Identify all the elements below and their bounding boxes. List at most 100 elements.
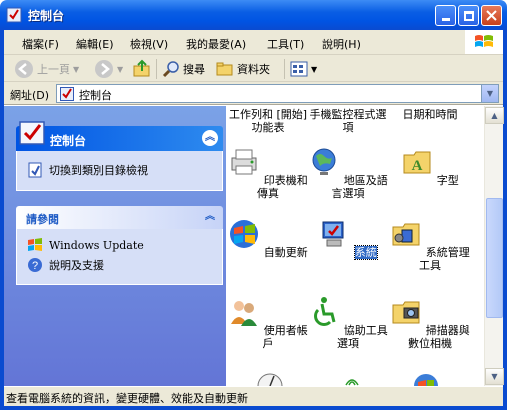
scroll-up-icon: ▲ [491,111,498,120]
maximize-icon [463,10,474,21]
window-frame-right [503,30,507,410]
item-label: 自動更新 [263,246,308,259]
menu-edit[interactable]: 編輯(E) [76,36,114,52]
globe-icon [312,148,336,175]
accessibility-icon [314,297,336,326]
forward-dropdown-icon: ▼ [117,64,124,74]
menu-file[interactable]: 檔案(F) [22,36,59,52]
user-accounts-item[interactable]: 使用者帳戶 [228,296,308,350]
up-folder-icon [133,59,150,77]
security-center-icon [414,374,438,386]
folders-icon [216,62,233,76]
back-button[interactable]: 上一頁 ▼ [14,59,79,79]
fonts-folder-icon: A [403,151,431,174]
maximize-button[interactable] [458,5,479,26]
forward-arrow-icon [95,60,113,78]
control-panel-section-header[interactable]: 控制台 ︽ [16,121,223,151]
partial-icon [256,372,284,386]
menu-view[interactable]: 檢視(V) [130,36,168,52]
back-label: 上一頁 [37,63,70,76]
address-bar: 網址(D) 控制台 ▼ [4,82,503,105]
address-dropdown-button[interactable]: ▼ [481,85,498,102]
item-label: 字型 [436,174,459,187]
automatic-updates-item[interactable]: 自動更新 [228,218,308,259]
scroll-thumb[interactable] [486,198,503,318]
title-bar[interactable]: 控制台 [0,0,507,30]
help-support-link[interactable]: ? 說明及支援 [27,257,104,273]
menu-favorites[interactable]: 我的最愛(A) [186,36,246,52]
switch-category-view-link[interactable]: 切換到類別目錄檢視 [27,162,148,178]
vertical-scrollbar[interactable]: ▲ ▼ [484,106,504,386]
control-panel-large-icon [19,121,45,145]
clock-icon [257,373,283,386]
windows-update-label: Windows Update [49,238,144,252]
collapse-chevron-icon[interactable]: ︽ [202,130,218,146]
item-label: 系統 [353,245,378,260]
menu-help[interactable]: 說明(H) [322,36,361,52]
address-label: 網址(D) [10,89,50,102]
switch-category-view-label: 切換到類別目錄檢視 [49,164,148,177]
forward-button[interactable]: ▼ [94,59,123,79]
help-support-label: 說明及支援 [49,259,104,272]
windows-update-link[interactable]: Windows Update [27,237,144,253]
regional-language-item[interactable]: 地區及語言選項 [308,146,388,200]
control-panel-section-body: 切換到類別目錄檢視 [16,151,223,191]
close-icon [486,10,497,21]
toolbar-separator [156,59,157,79]
windows-logo [465,30,503,54]
search-icon [162,61,179,78]
up-folder-button[interactable] [132,59,152,79]
see-also-section-header[interactable]: 請參閱 ︽ [16,206,223,229]
back-dropdown-icon: ▼ [73,64,80,74]
administrative-tools-item[interactable]: 系統管理工具 [390,218,470,272]
address-field[interactable]: 控制台 ▼ [56,84,499,103]
fonts-item[interactable]: A 字型 [390,146,470,187]
task-pane: 控制台 ︽ 切換到類別目錄檢視 請參閱 ︽ Windows Update ? 說… [4,106,226,386]
partial-icon [412,372,440,386]
minimize-button[interactable] [435,5,456,26]
date-time-item[interactable]: 日期和時間 [390,108,470,121]
window-title: 控制台 [28,9,65,23]
views-icon [290,61,308,77]
minimize-icon [441,18,450,21]
see-also-title: 請參閱 [26,213,59,226]
scanner-camera-icon [392,301,420,324]
category-view-icon [28,162,42,178]
windows-update-shield-icon [230,220,259,248]
scanners-cameras-item[interactable]: 掃描器與數位相機 [390,296,470,350]
printer-icon [231,149,257,175]
scroll-down-icon: ▼ [491,372,498,381]
scroll-up-button[interactable]: ▲ [485,107,504,124]
help-icon: ? [28,258,42,272]
system-item[interactable]: 系統 [308,218,388,260]
search-button[interactable]: 搜尋 [162,59,205,79]
control-panel-section-title: 控制台 [50,134,87,148]
control-panel-items: 工作列和 [開始] 功能表 手機監控程式選項 日期和時間 印表機和傳真 地區及語… [226,106,484,386]
search-label: 搜尋 [183,63,205,76]
svg-text:A: A [412,158,423,174]
svg-text:?: ? [32,260,38,272]
item-label: 系統管理工具 [419,246,470,272]
control-panel-icon [60,87,74,101]
window-frame-bottom [0,406,507,410]
address-value: 控制台 [79,89,112,102]
folders-button[interactable]: 資料夾 [216,59,270,79]
back-arrow-icon [15,60,33,78]
control-panel-icon [6,7,22,23]
item-label: 工作列和 [開始] 功能表 [228,108,308,134]
toolbar-separator [284,59,285,79]
taskbar-start-menu-item[interactable]: 工作列和 [開始] 功能表 [228,108,308,134]
collapse-chevron-icon[interactable]: ︽ [202,209,218,225]
toolbar: 上一頁 ▼ ▼ 搜尋 資料夾 ▼ [4,55,503,82]
menu-tools[interactable]: 工具(T) [267,36,304,52]
windows-flag-icon [475,35,493,47]
item-label: 日期和時間 [402,108,458,121]
accessibility-options-item[interactable]: 協助工具選項 [308,296,388,350]
scroll-down-button[interactable]: ▼ [485,368,504,385]
windows-update-icon [28,238,42,251]
phone-modem-options-item[interactable]: 手機監控程式選項 [308,108,388,134]
close-button[interactable] [481,5,502,26]
printers-faxes-item[interactable]: 印表機和傳真 [228,146,308,200]
views-button[interactable]: ▼ [290,59,317,79]
views-dropdown-icon: ▼ [311,64,318,74]
